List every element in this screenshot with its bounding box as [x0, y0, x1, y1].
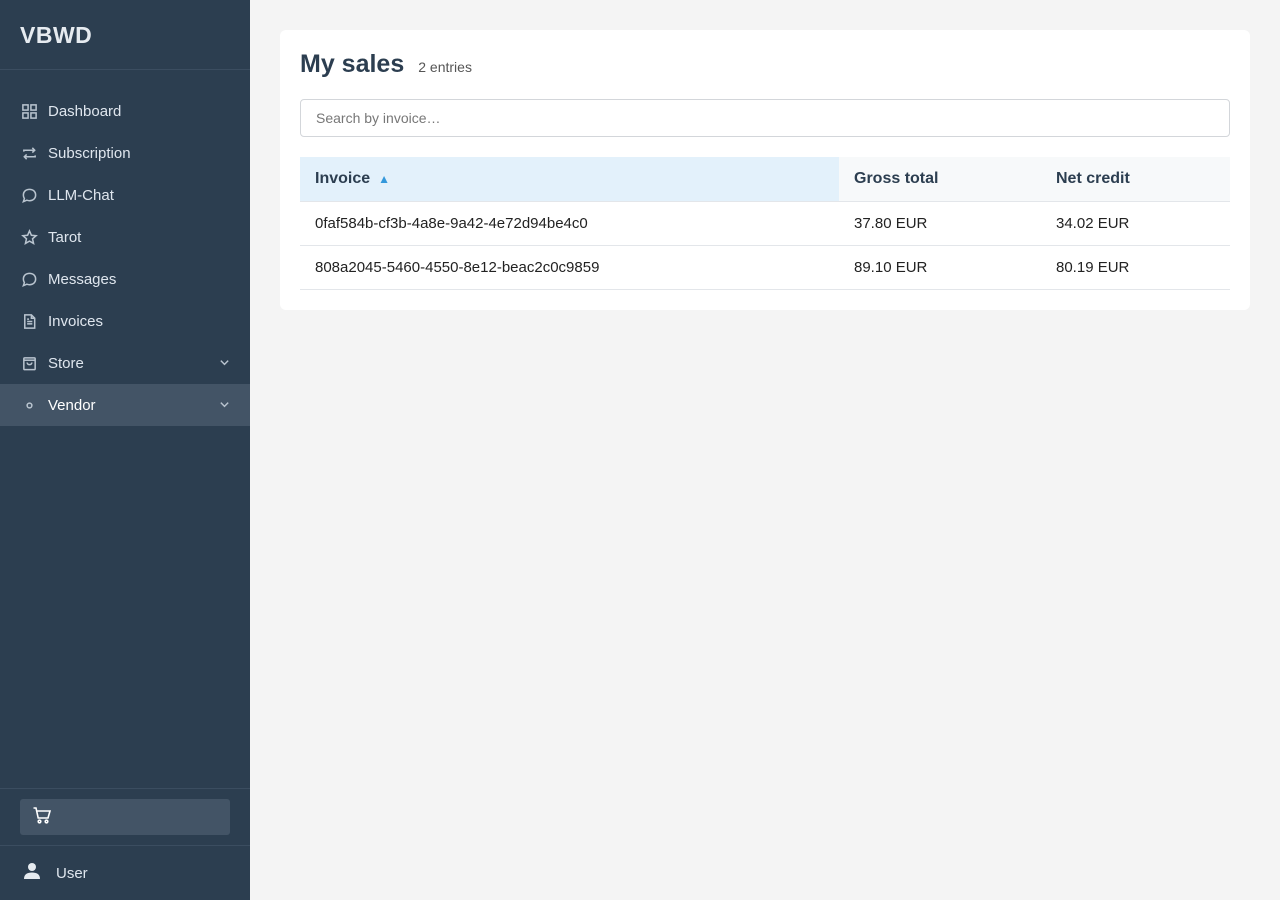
main-content: My sales 2 entries Invoice ▲ Gross total: [250, 0, 1280, 900]
sidebar: VBWD Dashboard Subscription LLM-Chat Tar…: [0, 0, 250, 900]
brand-logo[interactable]: VBWD: [0, 0, 250, 70]
sidebar-item-vendor[interactable]: Vendor: [0, 384, 250, 426]
sidebar-item-invoices[interactable]: Invoices: [0, 300, 250, 342]
user-icon: [22, 861, 56, 885]
chat-bubble-icon: [20, 270, 38, 288]
column-header-label: Gross total: [854, 169, 939, 187]
column-header-label: Net credit: [1056, 169, 1130, 187]
chevron-down-icon: [219, 397, 230, 414]
sidebar-item-llm-chat[interactable]: LLM-Chat: [0, 174, 250, 216]
cart-icon: [32, 805, 52, 830]
sidebar-item-label: Store: [48, 354, 84, 372]
sidebar-item-label: Messages: [48, 270, 117, 288]
column-header-label: Invoice: [315, 169, 371, 187]
sales-table: Invoice ▲ Gross total Net credit 0faf584b…: [300, 157, 1230, 290]
cell-net-credit: 80.19 EUR: [1041, 245, 1230, 290]
grid-icon: [20, 102, 38, 120]
sidebar-item-dashboard[interactable]: Dashboard: [0, 90, 250, 132]
column-header-invoice[interactable]: Invoice ▲: [300, 157, 839, 202]
table-row[interactable]: 808a2045-5460-4550-8e12-beac2c0c9859 89.…: [300, 245, 1230, 290]
chevron-down-icon: [219, 355, 230, 372]
sidebar-item-label: Vendor: [48, 396, 96, 414]
sidebar-item-messages[interactable]: Messages: [0, 258, 250, 300]
cart-section: [0, 788, 250, 846]
cell-net-credit: 34.02 EUR: [1041, 201, 1230, 246]
cell-gross-total: 37.80 EUR: [839, 201, 1041, 246]
column-header-net-credit[interactable]: Net credit: [1041, 157, 1230, 202]
page-title: My sales: [300, 50, 405, 78]
cell-invoice: 808a2045-5460-4550-8e12-beac2c0c9859: [300, 245, 839, 290]
sidebar-footer: User: [0, 788, 250, 900]
sidebar-item-label: LLM-Chat: [48, 186, 114, 204]
sales-card: My sales 2 entries Invoice ▲ Gross total: [280, 30, 1250, 310]
sidebar-nav: Dashboard Subscription LLM-Chat Tarot Me…: [0, 70, 250, 426]
user-menu[interactable]: User: [0, 846, 250, 900]
table-header-row: Invoice ▲ Gross total Net credit: [300, 157, 1230, 202]
sidebar-item-tarot[interactable]: Tarot: [0, 216, 250, 258]
sidebar-item-store[interactable]: Store: [0, 342, 250, 384]
app: VBWD Dashboard Subscription LLM-Chat Tar…: [0, 0, 1280, 900]
sidebar-item-subscription[interactable]: Subscription: [0, 132, 250, 174]
user-label: User: [56, 864, 88, 882]
cell-gross-total: 89.10 EUR: [839, 245, 1041, 290]
cell-invoice: 0faf584b-cf3b-4a8e-9a42-4e72d94be4c0: [300, 201, 839, 246]
column-header-gross-total[interactable]: Gross total: [839, 157, 1041, 202]
search-input[interactable]: [300, 99, 1230, 137]
shopping-bag-icon: [20, 354, 38, 372]
document-icon: [20, 312, 38, 330]
entries-count: 2 entries: [418, 59, 472, 75]
table-row[interactable]: 0faf584b-cf3b-4a8e-9a42-4e72d94be4c0 37.…: [300, 201, 1230, 246]
repeat-icon: [20, 144, 38, 162]
star-icon: [20, 228, 38, 246]
sidebar-item-label: Invoices: [48, 312, 104, 330]
dot-icon: [20, 396, 38, 414]
sidebar-item-label: Subscription: [48, 144, 131, 162]
sort-ascending-icon: ▲: [378, 171, 391, 186]
sidebar-item-label: Dashboard: [48, 102, 122, 120]
sidebar-item-label: Tarot: [48, 228, 82, 246]
title-row: My sales 2 entries: [300, 50, 1230, 79]
chat-bubble-icon: [20, 186, 38, 204]
cart-button[interactable]: [20, 799, 230, 835]
